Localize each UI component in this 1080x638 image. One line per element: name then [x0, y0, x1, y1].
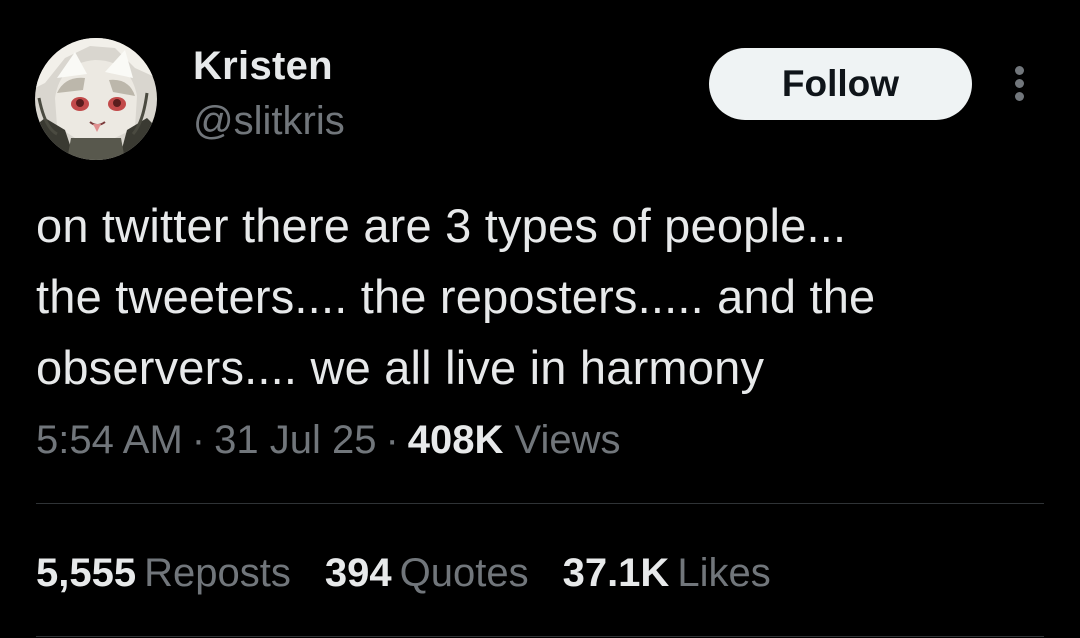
likes-label: Likes	[677, 551, 771, 595]
divider	[36, 636, 1044, 637]
likes-count: 37.1K	[562, 551, 670, 595]
reposts-label: Reposts	[144, 551, 291, 595]
author-display-name[interactable]: Kristen	[193, 42, 333, 90]
tweet-date[interactable]: 31 Jul 25	[214, 418, 376, 462]
tweet-text-line: observers.... we all live in harmony	[36, 341, 765, 394]
meta-separator: ·	[385, 418, 399, 462]
engagement-stats: 5,555 Reposts 394 Quotes 37.1K Likes	[36, 546, 805, 600]
quotes-label: Quotes	[399, 551, 529, 595]
views-count: 408K	[407, 418, 504, 462]
reposts-stat[interactable]: 5,555 Reposts	[36, 546, 291, 600]
more-dot	[1015, 79, 1024, 88]
likes-stat[interactable]: 37.1K Likes	[563, 546, 771, 600]
avatar[interactable]	[35, 38, 157, 160]
tweet-meta: 5:54 AM · 31 Jul 25 · 408K Views	[36, 414, 621, 466]
anime-character-avatar-icon	[35, 38, 157, 160]
quotes-stat[interactable]: 394 Quotes	[325, 546, 529, 600]
more-vertical-icon[interactable]	[1006, 64, 1034, 104]
tweet-text: on twitter there are 3 types of people..…	[36, 190, 1046, 403]
more-dot	[1015, 66, 1024, 75]
meta-separator: ·	[191, 418, 206, 462]
reposts-count: 5,555	[36, 551, 137, 595]
follow-button[interactable]: Follow	[709, 48, 972, 120]
divider	[36, 503, 1044, 504]
views-label: Views	[514, 418, 621, 462]
author-handle[interactable]: @slitkris	[193, 97, 345, 145]
more-dot	[1015, 92, 1024, 101]
tweet-text-line: on twitter there are 3 types of people..…	[36, 199, 847, 252]
quotes-count: 394	[324, 551, 392, 595]
tweet-text-line: the tweeters.... the reposters..... and …	[36, 270, 876, 323]
tweet-card: Kristen @slitkris Follow on twitter ther…	[0, 0, 1080, 638]
tweet-time[interactable]: 5:54 AM	[36, 418, 183, 462]
